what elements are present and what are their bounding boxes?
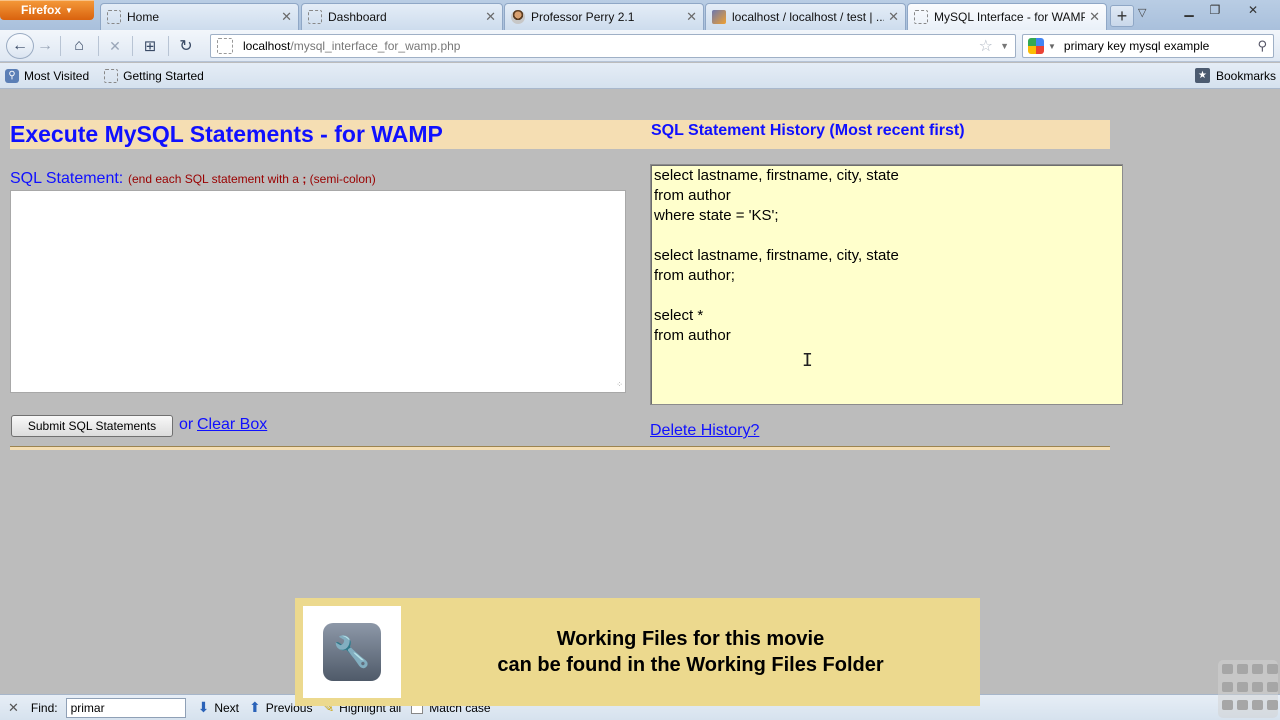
restore-icon[interactable]: ❐	[1200, 0, 1230, 20]
tab-label: Dashboard	[328, 10, 387, 24]
arrow-up-icon: ⬆	[249, 699, 261, 715]
tab-mysql-interface[interactable]: MySQL Interface - for WAMP ✕	[907, 3, 1107, 30]
toolbar-separator	[168, 36, 169, 56]
plus-icon: +	[1116, 5, 1128, 26]
find-input[interactable]: primar	[65, 697, 186, 718]
close-icon[interactable]: ✕	[281, 9, 292, 25]
url-bar[interactable]: localhost/mysql_interface_for_wamp.php ☆…	[210, 34, 1016, 58]
bookmarks-toolbar: ⚲ Most Visited Getting Started ★ Bookmar…	[0, 63, 1280, 89]
find-next-button[interactable]: ⬇ Next	[198, 699, 239, 716]
tab-phpmyadmin[interactable]: localhost / localhost / test | ... ✕	[705, 3, 906, 30]
close-icon[interactable]: ✕	[485, 9, 496, 25]
home-icon[interactable]: ⌂	[66, 34, 92, 58]
notice-text: Working Files for this movie can be foun…	[401, 626, 980, 678]
notice-line-1: Working Files for this movie	[556, 628, 825, 650]
chevron-down-icon: ▼	[65, 5, 73, 15]
sql-statement-label: SQL Statement:	[10, 170, 124, 187]
firefox-menu-button[interactable]: Firefox ▼	[0, 0, 94, 20]
most-visited-icon: ⚲	[5, 68, 19, 83]
page-icon	[107, 10, 121, 24]
site-identity-icon[interactable]	[217, 38, 233, 54]
toolbar-separator	[60, 36, 61, 56]
toolbar-separator	[132, 36, 133, 56]
bookmarks-label: Bookmarks	[1215, 68, 1276, 83]
sql-hint-text: (end each SQL statement with a	[128, 172, 299, 186]
tab-label: Home	[127, 10, 160, 24]
working-files-notice: 🔧 Working Files for this movie can be fo…	[295, 598, 980, 706]
delete-history-link[interactable]: Delete History?	[650, 422, 759, 440]
text-cursor-icon: I	[802, 350, 813, 371]
bookmark-label: Most Visited	[24, 68, 90, 83]
tab-home[interactable]: Home ✕	[100, 3, 299, 30]
search-bar[interactable]: ▼ primary key mysql example ⚲	[1022, 34, 1274, 58]
page-icon	[104, 68, 119, 83]
bookmark-star-icon[interactable]: ☆	[979, 36, 993, 56]
find-close-icon[interactable]: ✕	[8, 700, 19, 716]
phpmyadmin-icon	[712, 10, 726, 24]
sql-hint-text-end: (semi-colon)	[309, 172, 376, 186]
person-avatar-icon	[511, 10, 525, 24]
page-title: Execute MySQL Statements - for WAMP	[10, 121, 443, 147]
close-icon[interactable]: ✕	[888, 9, 899, 25]
bookmarks-star-icon: ★	[1194, 68, 1210, 83]
chevron-down-icon[interactable]: ▼	[1048, 42, 1056, 51]
search-icon[interactable]: ⚲	[1257, 38, 1267, 54]
bookmark-most-visited[interactable]: ⚲ Most Visited	[0, 68, 90, 83]
wrench-icon: 🔧	[323, 623, 381, 681]
page-icon	[914, 10, 928, 24]
notice-icon-box: 🔧	[303, 606, 401, 698]
find-label: Find:	[30, 700, 58, 715]
tab-professor-perry[interactable]: Professor Perry 2.1 ✕	[504, 3, 704, 30]
sql-statement-textarea[interactable]: ⁘	[10, 190, 626, 393]
history-title: SQL Statement History (Most recent first…	[651, 122, 965, 139]
clear-box-link[interactable]: Clear Box	[197, 416, 267, 434]
url-host: localhost	[243, 39, 291, 53]
notice-line-2: can be found in the Working Files Folder	[497, 654, 884, 676]
resize-grip-icon[interactable]: ⁘	[616, 380, 623, 389]
page-icon	[308, 10, 322, 24]
tab-strip: Firefox ▼ Home ✕ Dashboard ✕ Professor P…	[0, 0, 1280, 30]
search-input[interactable]: primary key mysql example	[1064, 39, 1209, 53]
or-text: or	[179, 416, 194, 433]
window-close-icon[interactable]: ✕	[1238, 0, 1268, 20]
tab-label: MySQL Interface - for WAMP	[934, 10, 1086, 24]
arrow-down-icon: ⬇	[197, 699, 210, 715]
url-history-dropdown-icon[interactable]: ▼	[1000, 41, 1009, 51]
back-arrow-icon[interactable]: ←	[6, 33, 34, 59]
semicolon-char: ;	[302, 172, 307, 186]
sql-hint: (end each SQL statement with a ; (semi-c…	[128, 172, 376, 186]
google-engine-icon[interactable]	[1028, 38, 1044, 54]
firefox-menu-label: Firefox	[21, 3, 62, 17]
navigation-toolbar: ← → ⌂ ✕ ⊞ ↻ localhost/mysql_interface_fo…	[0, 30, 1280, 62]
find-input-value: primar	[70, 700, 105, 715]
new-tab-button[interactable]: +	[1110, 5, 1134, 27]
tab-dashboard[interactable]: Dashboard ✕	[301, 3, 503, 30]
horizontal-rule	[10, 446, 1110, 450]
list-all-tabs-icon[interactable]: ▽	[1138, 6, 1146, 19]
bookmark-label: Getting Started	[123, 68, 204, 83]
find-next-label: Next	[214, 700, 240, 715]
bookmark-getting-started[interactable]: Getting Started	[99, 68, 204, 83]
url-path: /mysql_interface_for_wamp.php	[290, 39, 461, 53]
forward-arrow-icon[interactable]: →	[36, 34, 54, 58]
submit-sql-button[interactable]: Submit SQL Statements	[11, 415, 173, 437]
toolbar-separator	[98, 36, 99, 56]
tab-label: localhost / localhost / test | ...	[732, 10, 885, 24]
new-window-icon[interactable]: ⊞	[138, 34, 162, 58]
grid-icon	[1218, 660, 1278, 718]
sql-history-textarea[interactable]: select lastname, firstname, city, state …	[650, 164, 1123, 405]
reload-icon[interactable]: ↻	[174, 34, 198, 58]
close-icon[interactable]: ✕	[1089, 9, 1100, 25]
close-icon[interactable]: ✕	[686, 9, 697, 25]
stop-icon[interactable]: ✕	[104, 34, 126, 58]
bookmarks-menu-button[interactable]: ★ Bookmarks	[1194, 68, 1276, 83]
tab-label: Professor Perry 2.1	[531, 10, 635, 24]
